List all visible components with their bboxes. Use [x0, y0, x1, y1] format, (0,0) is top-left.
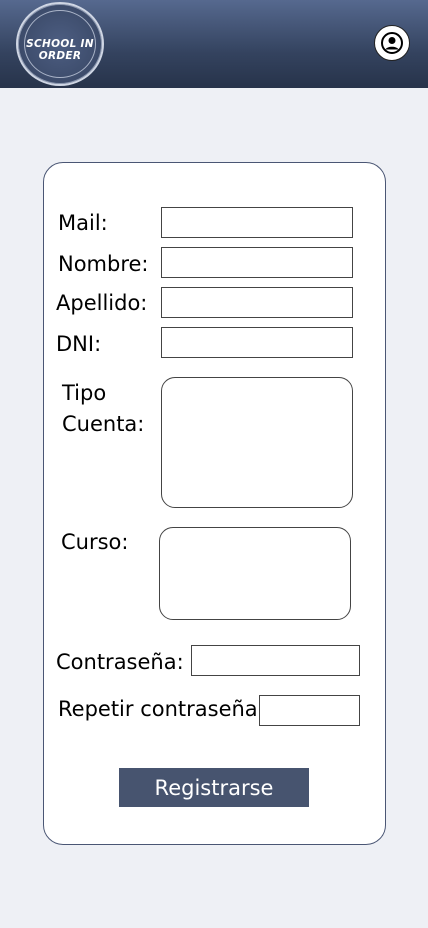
apellido-input[interactable] [161, 287, 353, 318]
tipo-label-line1: Tipo [62, 381, 107, 405]
tipo-label-line2: Cuenta: [62, 412, 145, 436]
profile-button[interactable] [374, 25, 410, 61]
user-circle-icon [381, 32, 403, 54]
dni-input[interactable] [161, 327, 353, 358]
nombre-label: Nombre: [58, 252, 149, 276]
tipo-cuenta-select[interactable] [161, 377, 353, 508]
curso-label: Curso: [61, 530, 129, 554]
curso-select[interactable] [159, 527, 351, 620]
repetir-label: Repetir contraseña: [58, 697, 265, 721]
dni-label: DNI: [56, 332, 102, 356]
apellido-label: Apellido: [56, 291, 148, 315]
mail-input[interactable] [161, 207, 353, 238]
logo-text: SCHOOL IN ORDER [26, 38, 94, 62]
contrasena-label: Contraseña: [56, 650, 184, 674]
registrarse-button[interactable]: Registrarse [119, 768, 309, 807]
nombre-input[interactable] [161, 247, 353, 278]
contrasena-input[interactable] [191, 645, 360, 676]
school-logo[interactable]: SCHOOL IN ORDER [16, 2, 104, 86]
repetir-input[interactable] [259, 695, 360, 726]
mail-label: Mail: [58, 211, 108, 235]
app-header: SCHOOL IN ORDER [0, 0, 428, 88]
